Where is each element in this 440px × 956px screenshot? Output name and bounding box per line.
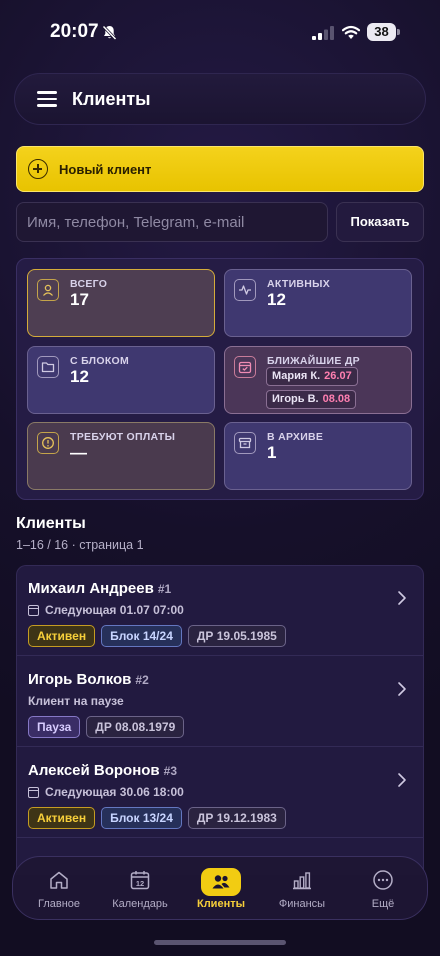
battery-level: 38 [367, 23, 396, 41]
search-input[interactable] [16, 202, 328, 242]
status-badge: Пауза [28, 716, 81, 738]
stat-card-need-payment[interactable]: ТРЕБУЮТ ОПЛАТЫ — [27, 422, 215, 490]
client-list: Михаил Андреев #1 Следующая 01.07 07:00 А… [16, 565, 424, 875]
signal-icon [312, 26, 334, 40]
calendar-check-icon [234, 356, 256, 378]
client-row[interactable]: Михаил Андреев #1 Следующая 01.07 07:00 А… [17, 566, 423, 656]
calendar-icon: 12 [130, 871, 150, 890]
section-title: Клиенты [16, 515, 86, 532]
birthday-chip[interactable]: Мария К. 26.07 [266, 367, 358, 386]
stat-card-total[interactable]: ВСЕГО 17 [27, 269, 215, 337]
client-name: Алексей Воронов #3 [28, 762, 178, 779]
stats-panel: ВСЕГО 17 АКТИВНЫХ 12 С БЛОКОМ 12 БЛИЖАЙШ… [16, 258, 424, 500]
stat-value: — [70, 443, 87, 462]
client-next-session: Следующая 30.06 18:00 [28, 785, 184, 799]
nav-item-clients[interactable]: Клиенты [181, 857, 261, 921]
client-row[interactable]: Игорь Волков #2 Клиент на паузе Пауза ДР … [17, 657, 423, 747]
birthday-name: Игорь В. [272, 393, 319, 405]
stat-label: В АРХИВЕ [267, 431, 324, 443]
stat-label: ТРЕБУЮТ ОПЛАТЫ [70, 431, 176, 443]
stat-label: АКТИВНЫХ [267, 278, 331, 290]
chevron-right-icon[interactable] [397, 772, 407, 788]
show-button[interactable]: Показать [336, 202, 424, 242]
client-number: #2 [135, 673, 149, 687]
stat-label: БЛИЖАЙШИЕ ДР [267, 355, 360, 367]
new-client-label: Новый клиент [59, 162, 152, 177]
page-title: Клиенты [72, 89, 151, 109]
status-bar: 20:07 38 [0, 0, 440, 64]
client-name: Игорь Волков #2 [28, 671, 149, 688]
birthday-date: 26.07 [324, 370, 352, 382]
stat-card-archive[interactable]: В АРХИВЕ 1 [224, 422, 412, 490]
stat-value: 12 [267, 290, 286, 309]
battery-icon: 38 [367, 23, 400, 41]
folder-icon [37, 356, 59, 378]
client-number: #3 [163, 764, 178, 778]
alert-circle-icon [37, 432, 59, 454]
block-badge: Блок 14/24 [101, 625, 182, 647]
stat-card-with-block[interactable]: С БЛОКОМ 12 [27, 346, 215, 414]
nav-label: Главное [37, 898, 81, 910]
plus-circle-icon [28, 159, 48, 179]
bottom-nav: Главное 12 Календарь Клиенты Финансы Ещё [12, 856, 428, 920]
calendar-icon [28, 604, 39, 616]
stat-card-birthdays[interactable]: БЛИЖАЙШИЕ ДР Мария К. 26.07 Игорь В. 08.08 [224, 346, 412, 414]
more-icon [373, 870, 393, 890]
chevron-right-icon[interactable] [397, 681, 407, 697]
birthday-chip[interactable]: Игорь В. 08.08 [266, 390, 357, 409]
status-time: 20:07 [50, 21, 99, 42]
bar-chart-icon [293, 872, 311, 890]
block-badge: Блок 13/24 [101, 807, 182, 829]
nav-label: Клиенты [196, 898, 245, 910]
client-row[interactable]: Алексей Воронов #3 Следующая 30.06 18:00 … [17, 748, 423, 838]
bell-off-icon [102, 25, 117, 41]
stat-value: 1 [267, 443, 277, 462]
user-icon [37, 279, 59, 301]
status-badge: Активен [28, 807, 96, 829]
stat-value: 12 [70, 367, 89, 386]
users-icon [212, 875, 230, 889]
birthday-badge: ДР 19.12.1983 [187, 807, 286, 829]
calendar-icon-text: 12 [136, 879, 144, 888]
stat-card-active[interactable]: АКТИВНЫХ 12 [224, 269, 412, 337]
nav-item-calendar[interactable]: 12 Календарь [100, 857, 180, 921]
nav-item-home[interactable]: Главное [19, 857, 99, 921]
archive-icon [234, 432, 256, 454]
client-number: #1 [157, 582, 172, 596]
nav-label: Ещё [371, 898, 395, 910]
home-icon [50, 871, 68, 889]
client-next-session: Следующая 01.07 07:00 [28, 603, 184, 617]
client-status-note: Клиент на паузе [28, 694, 124, 708]
birthday-name: Мария К. [272, 370, 321, 382]
birthday-badge: ДР 19.05.1985 [187, 625, 286, 647]
app-header: Клиенты [14, 73, 426, 125]
client-name: Михаил Андреев #1 [28, 580, 172, 597]
calendar-icon [28, 786, 39, 798]
activity-icon [234, 279, 256, 301]
stat-label: С БЛОКОМ [70, 355, 130, 367]
nav-item-more[interactable]: Ещё [343, 857, 423, 921]
birthday-badge: ДР 08.08.1979 [86, 716, 185, 738]
wifi-icon [342, 25, 360, 39]
status-badge: Активен [28, 625, 96, 647]
stat-value: 17 [70, 290, 89, 309]
birthday-date: 08.08 [322, 393, 351, 405]
menu-icon[interactable] [37, 91, 57, 107]
pagination-info: 1–16 / 16 · страница 1 [16, 538, 144, 552]
new-client-button[interactable]: Новый клиент [16, 146, 424, 192]
chevron-right-icon[interactable] [397, 590, 407, 606]
nav-label: Календарь [112, 898, 168, 910]
home-indicator [154, 940, 286, 945]
nav-item-finance[interactable]: Финансы [262, 857, 342, 921]
stat-label: ВСЕГО [70, 278, 108, 290]
nav-label: Финансы [278, 898, 326, 910]
